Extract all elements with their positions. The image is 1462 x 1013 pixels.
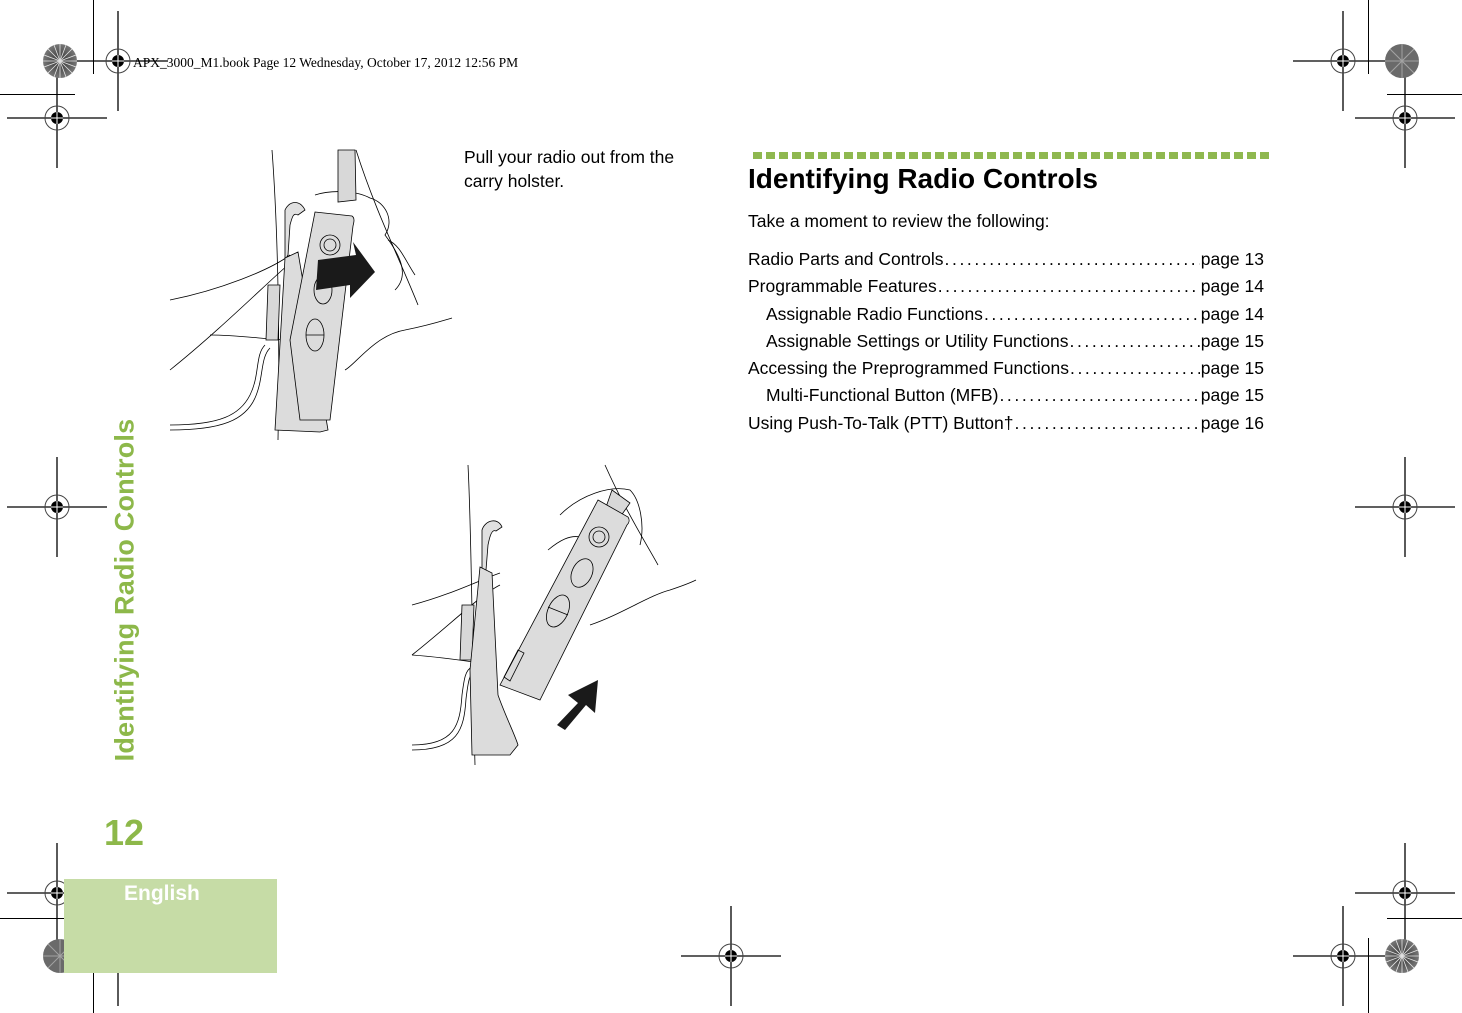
toc-entry[interactable]: Assignable Radio Functions .............… (748, 301, 1264, 328)
instruction-caption: Pull your radio out from the carry holst… (464, 147, 675, 191)
holster-clip (481, 520, 503, 574)
toc-leader-dots: ........................................… (1014, 412, 1200, 433)
print-slug: APX_3000_M1.book Page 12 Wednesday, Octo… (133, 55, 519, 70)
toc-leader-dots: ........................................… (999, 385, 1200, 406)
toc-entry-label: Accessing the Preprogrammed Functions (748, 358, 1069, 379)
section-intro: Take a moment to review the following: (748, 211, 1050, 231)
holster-body (469, 566, 519, 756)
leg-outline (169, 344, 266, 426)
radio-body (289, 211, 355, 421)
table-of-contents: Radio Parts and Controls ...............… (748, 246, 1264, 437)
toc-entry-label: Assignable Radio Functions (766, 303, 983, 324)
toc-entry-label: Assignable Settings or Utility Functions (766, 330, 1069, 351)
registration-target-icon (1354, 456, 1456, 558)
toc-entry-page[interactable]: page 16 (1201, 410, 1264, 437)
toc-entry[interactable]: Radio Parts and Controls ...............… (748, 246, 1264, 273)
antenna (337, 149, 357, 203)
registration-target-icon (680, 905, 782, 1007)
toc-leader-dots: ........................................… (937, 276, 1200, 297)
toc-entry[interactable]: Programmable Features ..................… (748, 273, 1264, 300)
leg-outline (169, 347, 271, 431)
toc-entry-label: Programmable Features (748, 276, 937, 297)
toc-leader-dots: ........................................… (1069, 358, 1200, 379)
hand-outline (589, 579, 697, 626)
radio-in-holster-illustration (169, 149, 453, 441)
arrow-up-right-icon (557, 680, 598, 730)
toc-leader-dots: ........................................… (1069, 330, 1200, 351)
registration-target-icon (1354, 842, 1456, 944)
registration-target-icon (1354, 67, 1456, 169)
leg-outline (411, 666, 473, 746)
toc-entry-page[interactable]: page 15 (1201, 355, 1264, 382)
radio-body (499, 499, 630, 701)
toc-entry-page[interactable]: page 15 (1201, 328, 1264, 355)
registration-target-icon (6, 456, 108, 558)
toc-entry-page[interactable]: page 15 (1201, 382, 1264, 409)
registration-target-icon (1292, 905, 1394, 1007)
toc-entry-label: Radio Parts and Controls (748, 249, 944, 269)
toc-leader-dots: ........................................… (983, 303, 1200, 324)
star-target-icon (43, 44, 77, 78)
toc-entry-page[interactable]: page 13 (1201, 246, 1264, 273)
toc-entry-page[interactable]: page 14 (1201, 301, 1264, 328)
section-title: Identifying Radio Controls (748, 163, 1098, 194)
holster-latch (265, 284, 281, 341)
toc-entry-label: Multi-Functional Button (MFB) (766, 385, 999, 406)
star-target-icon (1385, 939, 1419, 973)
star-target-icon (1385, 44, 1419, 78)
toc-entry-page[interactable]: page 14 (1201, 273, 1264, 300)
radio-pulled-out-illustration (411, 464, 697, 766)
chapter-side-title: Identifying Radio Controls (109, 418, 140, 762)
registration-target-icon (1292, 10, 1394, 112)
toc-entry[interactable]: Using Push-To-Talk (PTT) Button† .......… (748, 410, 1264, 437)
toc-entry[interactable]: Accessing the Preprogrammed Functions ..… (748, 355, 1264, 382)
toc-leader-dots: ........................................… (944, 249, 1200, 269)
holster-clip (284, 202, 306, 262)
hand-outline (344, 317, 453, 371)
section-dashed-rule (753, 152, 1273, 159)
language-label: English (124, 882, 200, 905)
toc-entry[interactable]: Multi-Functional Button (MFB) ..........… (748, 382, 1264, 409)
toc-entry-label: Using Push-To-Talk (PTT) Button† (748, 412, 1014, 433)
registration-target-icon (6, 67, 108, 169)
page-number: 12 (104, 812, 145, 853)
toc-entry[interactable]: Assignable Settings or Utility Functions… (748, 328, 1264, 355)
